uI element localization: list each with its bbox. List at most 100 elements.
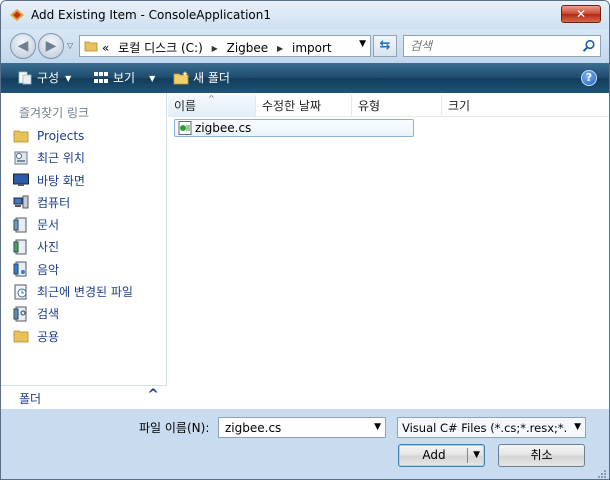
refresh-icon: ⇆ <box>379 38 391 53</box>
column-header-type[interactable]: 유형 <box>352 95 442 117</box>
breadcrumb-zigbee[interactable]: Zigbee <box>227 41 269 55</box>
back-button[interactable]: ◀ <box>10 33 36 59</box>
fav-item-label: 최근에 변경된 파일 <box>37 285 133 300</box>
filename-combobox[interactable]: ▼ <box>218 417 386 438</box>
chevron-down-icon[interactable]: ▼ <box>374 422 381 432</box>
column-name-label: 이름 <box>174 99 197 113</box>
fav-item-pictures[interactable]: 사진 <box>13 236 163 258</box>
organize-icon <box>18 71 32 84</box>
fav-item-label: 사진 <box>37 240 60 255</box>
cancel-button[interactable]: 취소 <box>498 444 585 467</box>
fav-item-label: 공용 <box>37 329 60 344</box>
fav-item-label: 컴퓨터 <box>37 195 71 210</box>
filename-label: 파일 이름(N): <box>139 421 210 435</box>
chevron-down-icon: ▼ <box>149 74 156 83</box>
fav-item-label: 문서 <box>37 218 60 233</box>
public-folder-icon <box>13 330 29 343</box>
fav-item-public[interactable]: 공용 <box>13 326 163 348</box>
fav-item-searches[interactable]: 검색 <box>13 303 163 325</box>
file-list-pane: 이름 ^ 수정한 날짜 유형 크기 zigbee.cs <box>168 93 609 409</box>
window-title: Add Existing Item - ConsoleApplication1 <box>31 8 271 22</box>
fav-item-label: 최근 위치 <box>37 151 85 166</box>
title-bar: Add Existing Item - ConsoleApplication1 … <box>1 1 609 29</box>
chevron-down-icon[interactable]: ▼ <box>359 39 366 49</box>
chevron-right-icon[interactable]: ▶ <box>272 44 288 53</box>
close-icon: ✕ <box>575 7 587 21</box>
views-icon <box>94 71 108 83</box>
close-button[interactable]: ✕ <box>561 5 601 23</box>
search-input[interactable] <box>408 38 578 54</box>
main-area: 즐겨찾기 링크 Projects 최근 위치 바탕 화면 컴퓨터 문서 사진 음… <box>1 93 609 409</box>
folder-icon <box>13 130 29 142</box>
file-type-filter-value: Visual C# Files (*.cs;*.resx;*. <box>402 421 566 435</box>
column-headers: 이름 ^ 수정한 날짜 유형 크기 <box>168 94 609 117</box>
arrow-left-icon: ◀ <box>17 38 29 54</box>
dialog-footer: 파일 이름(N): ▼ Visual C# Files (*.cs;*.resx… <box>1 409 609 479</box>
fav-item-music[interactable]: 음악 <box>13 259 163 281</box>
recent-pages-dropdown[interactable]: ▽ <box>67 41 73 50</box>
new-folder-button[interactable]: 새 폴더 <box>173 63 230 93</box>
forward-button[interactable]: ▶ <box>38 33 64 59</box>
recently-changed-icon <box>14 284 27 300</box>
file-type-filter-select[interactable]: Visual C# Files (*.cs;*.resx;*. ▼ <box>397 417 586 438</box>
chevron-up-icon: ^ <box>147 387 159 403</box>
column-header-modified[interactable]: 수정한 날짜 <box>256 95 352 117</box>
views-menu[interactable]: 보기 ▼ <box>93 63 155 93</box>
column-header-size[interactable]: 크기 <box>442 95 608 117</box>
chevron-down-icon: ▼ <box>574 422 581 432</box>
column-header-name[interactable]: 이름 ^ <box>168 94 256 117</box>
help-icon[interactable]: ? <box>581 70 597 86</box>
organize-menu[interactable]: 구성 ▼ <box>17 63 71 93</box>
breadcrumb-import[interactable]: import <box>292 41 332 55</box>
chevron-down-icon[interactable]: ▼ <box>473 445 480 466</box>
split-divider <box>467 448 468 463</box>
address-row: ◀ ▶ ▽ « 로컬 디스크 (C:) ▶ Zigbee ▶ import ▼ … <box>1 29 609 63</box>
breadcrumb-overflow[interactable]: « <box>102 41 109 55</box>
csharp-file-icon <box>178 121 192 135</box>
file-name: zigbee.cs <box>195 121 252 135</box>
folders-toggle[interactable]: 폴더 ^ <box>1 385 167 409</box>
filename-input[interactable] <box>223 420 363 436</box>
recent-places-icon <box>14 151 28 165</box>
new-folder-label: 새 폴더 <box>193 71 230 85</box>
fav-item-computer[interactable]: 컴퓨터 <box>13 192 163 214</box>
pictures-icon <box>13 239 27 255</box>
breadcrumb-local-disk[interactable]: 로컬 디스크 (C:) <box>118 41 203 55</box>
fav-item-recently-changed[interactable]: 최근에 변경된 파일 <box>13 281 163 303</box>
folders-label: 폴더 <box>19 392 42 406</box>
fav-item-recent-places[interactable]: 최근 위치 <box>13 147 163 169</box>
new-folder-icon <box>173 70 189 84</box>
music-icon <box>13 261 27 277</box>
fav-item-projects[interactable]: Projects <box>13 125 163 147</box>
fav-item-documents[interactable]: 문서 <box>13 214 163 236</box>
desktop-icon <box>13 173 29 187</box>
organize-label: 구성 <box>37 71 60 85</box>
visual-studio-icon <box>10 9 24 21</box>
refresh-button[interactable]: ⇆ <box>373 35 397 57</box>
fav-item-label: 검색 <box>37 307 60 322</box>
add-label: Add <box>422 448 446 462</box>
file-item-zigbee-cs[interactable]: zigbee.cs <box>174 119 414 137</box>
chevron-right-icon[interactable]: ▶ <box>207 44 223 53</box>
fav-item-label: 바탕 화면 <box>37 173 85 188</box>
computer-icon <box>13 195 29 209</box>
favorite-links-header: 즐겨찾기 링크 <box>19 106 90 120</box>
add-button[interactable]: Add ▼ <box>398 444 485 467</box>
command-toolbar: 구성 ▼ 보기 ▼ 새 폴더 ? <box>1 63 609 93</box>
fav-item-label: Projects <box>37 129 85 143</box>
add-existing-item-dialog: Add Existing Item - ConsoleApplication1 … <box>0 0 610 480</box>
resize-grip-icon[interactable] <box>597 469 607 479</box>
search-icon[interactable] <box>582 39 596 53</box>
views-label: 보기 <box>113 71 136 85</box>
fav-item-desktop[interactable]: 바탕 화면 <box>13 170 163 192</box>
breadcrumb: « 로컬 디스크 (C:) ▶ Zigbee ▶ import <box>102 39 332 56</box>
fav-item-label: 음악 <box>37 262 60 277</box>
arrow-right-icon: ▶ <box>45 38 57 54</box>
address-bar[interactable]: « 로컬 디스크 (C:) ▶ Zigbee ▶ import ▼ <box>79 35 371 57</box>
searches-icon <box>13 306 27 322</box>
chevron-down-icon: ▼ <box>65 74 72 83</box>
favorite-links-list: Projects 최근 위치 바탕 화면 컴퓨터 문서 사진 음악 최근에 변경… <box>13 125 163 348</box>
sort-ascending-icon: ^ <box>208 94 215 103</box>
search-box[interactable] <box>403 35 601 57</box>
navigation-pane: 즐겨찾기 링크 Projects 최근 위치 바탕 화면 컴퓨터 문서 사진 음… <box>1 93 167 409</box>
